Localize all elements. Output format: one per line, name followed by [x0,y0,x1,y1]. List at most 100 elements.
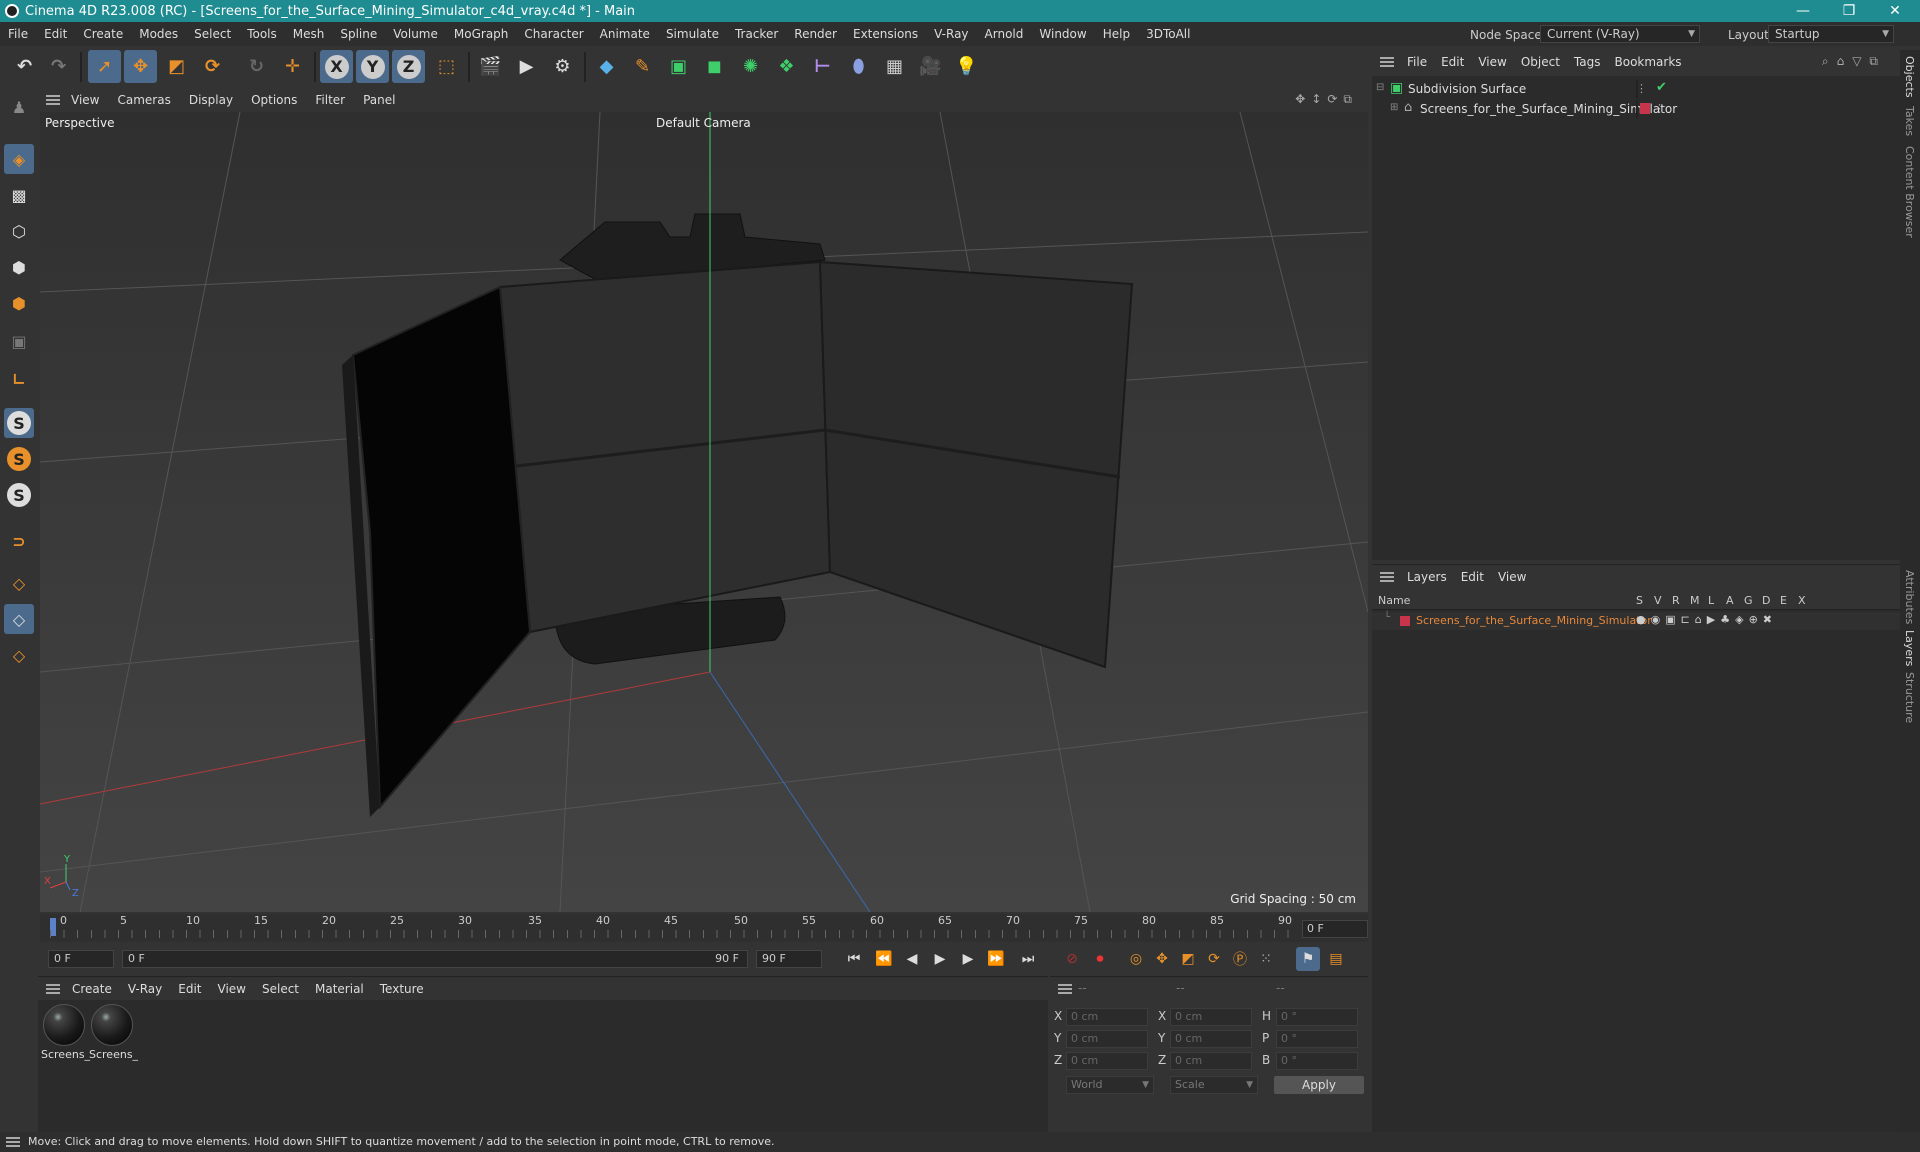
object-menu-view[interactable]: View [1471,55,1513,69]
x-axis-lock-icon[interactable]: X [320,50,353,83]
hamburger-icon[interactable] [1058,984,1072,994]
render-settings-icon[interactable]: ⚙ [546,50,579,83]
tab-structure[interactable]: Structure [1903,672,1916,723]
object-menu-bookmarks[interactable]: Bookmarks [1608,55,1689,69]
layer-menu-edit[interactable]: Edit [1454,570,1491,584]
expand-icon[interactable]: ⊟ [1376,82,1384,93]
viewport-menu-display[interactable]: Display [180,93,242,107]
size-y-field[interactable]: 0 cm [1170,1030,1252,1048]
locked-workplane-icon[interactable]: ◇ [4,604,34,634]
viewport-menu-cameras[interactable]: Cameras [108,93,179,107]
menu-character[interactable]: Character [516,27,591,41]
menu-arnold[interactable]: Arnold [977,27,1032,41]
minimize-button[interactable]: — [1780,0,1826,22]
tab-attributes[interactable]: Attributes [1903,570,1916,624]
object-row[interactable]: ⊞ ⌂ Screens_for_the_Surface_Mining_Simul… [1372,100,1900,118]
object-menu-edit[interactable]: Edit [1434,55,1471,69]
key-position-icon[interactable]: ✥ [1150,947,1174,971]
menu-tools[interactable]: Tools [239,27,285,41]
viewport-navigation-icons[interactable]: ✥↕⟳⧉ [1295,92,1358,107]
preview-range-slider[interactable]: 0 F 90 F [122,950,748,968]
live-selection-icon[interactable]: ➚ [88,50,121,83]
uv-mode-icon[interactable]: ▣ [4,326,34,356]
solo-hierarchy-icon[interactable]: S [4,444,34,474]
end-frame-field[interactable]: 90 F [756,950,822,968]
edges-mode-icon[interactable]: ⬢ [4,252,34,282]
workplane-icon[interactable]: ◇ [4,568,34,598]
menu-animate[interactable]: Animate [592,27,658,41]
play-icon[interactable]: ▶ [928,947,952,971]
rotation-h-field[interactable]: 0 ° [1276,1008,1358,1026]
viewport-menu-options[interactable]: Options [242,93,306,107]
solo-selection-icon[interactable]: S [4,480,34,510]
snap-magnet-icon[interactable]: ⊃ [4,526,34,556]
node-space-dropdown[interactable]: Current (V-Ray) ▼ [1540,25,1700,43]
field-icon[interactable]: ⬮ [842,50,875,83]
key-parameter-icon[interactable]: Ⓟ [1228,947,1252,971]
viewport-menu-view[interactable]: View [62,93,108,107]
position-y-field[interactable]: 0 cm [1066,1030,1148,1048]
camera-icon[interactable]: 🎥 [914,50,947,83]
layer-column-locked[interactable]: L [1708,594,1714,607]
material-menu-select[interactable]: Select [254,982,307,996]
tab-objects[interactable]: Objects [1903,56,1916,98]
rotate-tool-icon[interactable]: ⟳ [196,50,229,83]
menu-volume[interactable]: Volume [385,27,446,41]
coordinate-space-dropdown[interactable]: World ▼ [1066,1076,1154,1094]
object-row[interactable]: ⊟ ▣ Subdivision Surface ⋮ ✔ [1372,80,1900,98]
material-swatch[interactable]: Screens_ [89,1004,138,1061]
floor-icon[interactable]: ▦ [878,50,911,83]
timeline-ruler[interactable]: 0 5 10 15 20 25 30 35 40 45 50 55 60 65 … [40,914,1368,942]
size-z-field[interactable]: 0 cm [1170,1052,1252,1070]
layer-menu-view[interactable]: View [1491,570,1533,584]
menu-simulate[interactable]: Simulate [658,27,727,41]
menu-extensions[interactable]: Extensions [845,27,926,41]
menu-render[interactable]: Render [786,27,845,41]
position-x-field[interactable]: 0 cm [1066,1008,1148,1026]
tab-content-browser[interactable]: Content Browser [1903,146,1916,238]
y-axis-lock-icon[interactable]: Y [356,50,389,83]
render-picture-viewer-icon[interactable]: ▶ [510,50,543,83]
visibility-dots-icon[interactable]: ⋮ [1636,82,1647,95]
menu-create[interactable]: Create [75,27,131,41]
solo-icon[interactable]: S [4,408,34,438]
coordinate-system-icon[interactable]: ⬚ [430,50,463,83]
material-menu-texture[interactable]: Texture [372,982,432,996]
go-to-end-icon[interactable]: ⏭ [1016,947,1040,971]
current-frame-field[interactable]: 0 F [1302,920,1368,938]
object-manager-tool-icons[interactable]: ⌕⌂▽⧉ [1822,54,1886,69]
render-view-icon[interactable]: 🎬 [474,50,507,83]
rotation-p-field[interactable]: 0 ° [1276,1030,1358,1048]
layer-column-animation[interactable]: A [1726,594,1734,607]
menu-tracker[interactable]: Tracker [727,27,786,41]
menu-modes[interactable]: Modes [131,27,186,41]
layer-column-generators[interactable]: G [1744,594,1753,607]
planar-workplane-icon[interactable]: ◇ [4,640,34,670]
axis-mode-icon[interactable]: ∟ [4,364,34,394]
extrude-icon[interactable]: ◼ [698,50,731,83]
texture-mode-icon[interactable]: ▩ [4,180,34,210]
key-scale-icon[interactable]: ◩ [1176,947,1200,971]
polygons-mode-icon[interactable]: ⬢ [4,288,34,318]
next-key-icon[interactable]: ⏩ [984,947,1008,971]
layer-column-manager[interactable]: M [1690,594,1700,607]
restore-button[interactable]: ❐ [1826,0,1872,22]
hamburger-icon[interactable] [6,1137,20,1147]
tab-takes[interactable]: Takes [1903,106,1916,136]
layer-color-swatch[interactable] [1640,103,1650,114]
menu-vray[interactable]: V-Ray [926,27,976,41]
size-x-field[interactable]: 0 cm [1170,1008,1252,1026]
layer-column-xref[interactable]: X [1798,594,1806,607]
go-to-start-icon[interactable]: ⏮ [842,947,866,971]
move-axis-icon[interactable]: ✛ [276,50,309,83]
material-menu-create[interactable]: Create [64,982,120,996]
expand-icon[interactable]: ⊞ [1390,102,1398,113]
motion-system-icon[interactable]: ⚑ [1296,947,1320,971]
material-menu-vray[interactable]: V-Ray [120,982,170,996]
layer-column-solo[interactable]: S [1636,594,1643,607]
menu-3dtoall[interactable]: 3DToAll [1138,27,1198,41]
close-button[interactable]: ✕ [1872,0,1918,22]
material-menu-edit[interactable]: Edit [170,982,209,996]
previous-key-icon[interactable]: ⏪ [872,947,896,971]
menu-edit[interactable]: Edit [36,27,75,41]
